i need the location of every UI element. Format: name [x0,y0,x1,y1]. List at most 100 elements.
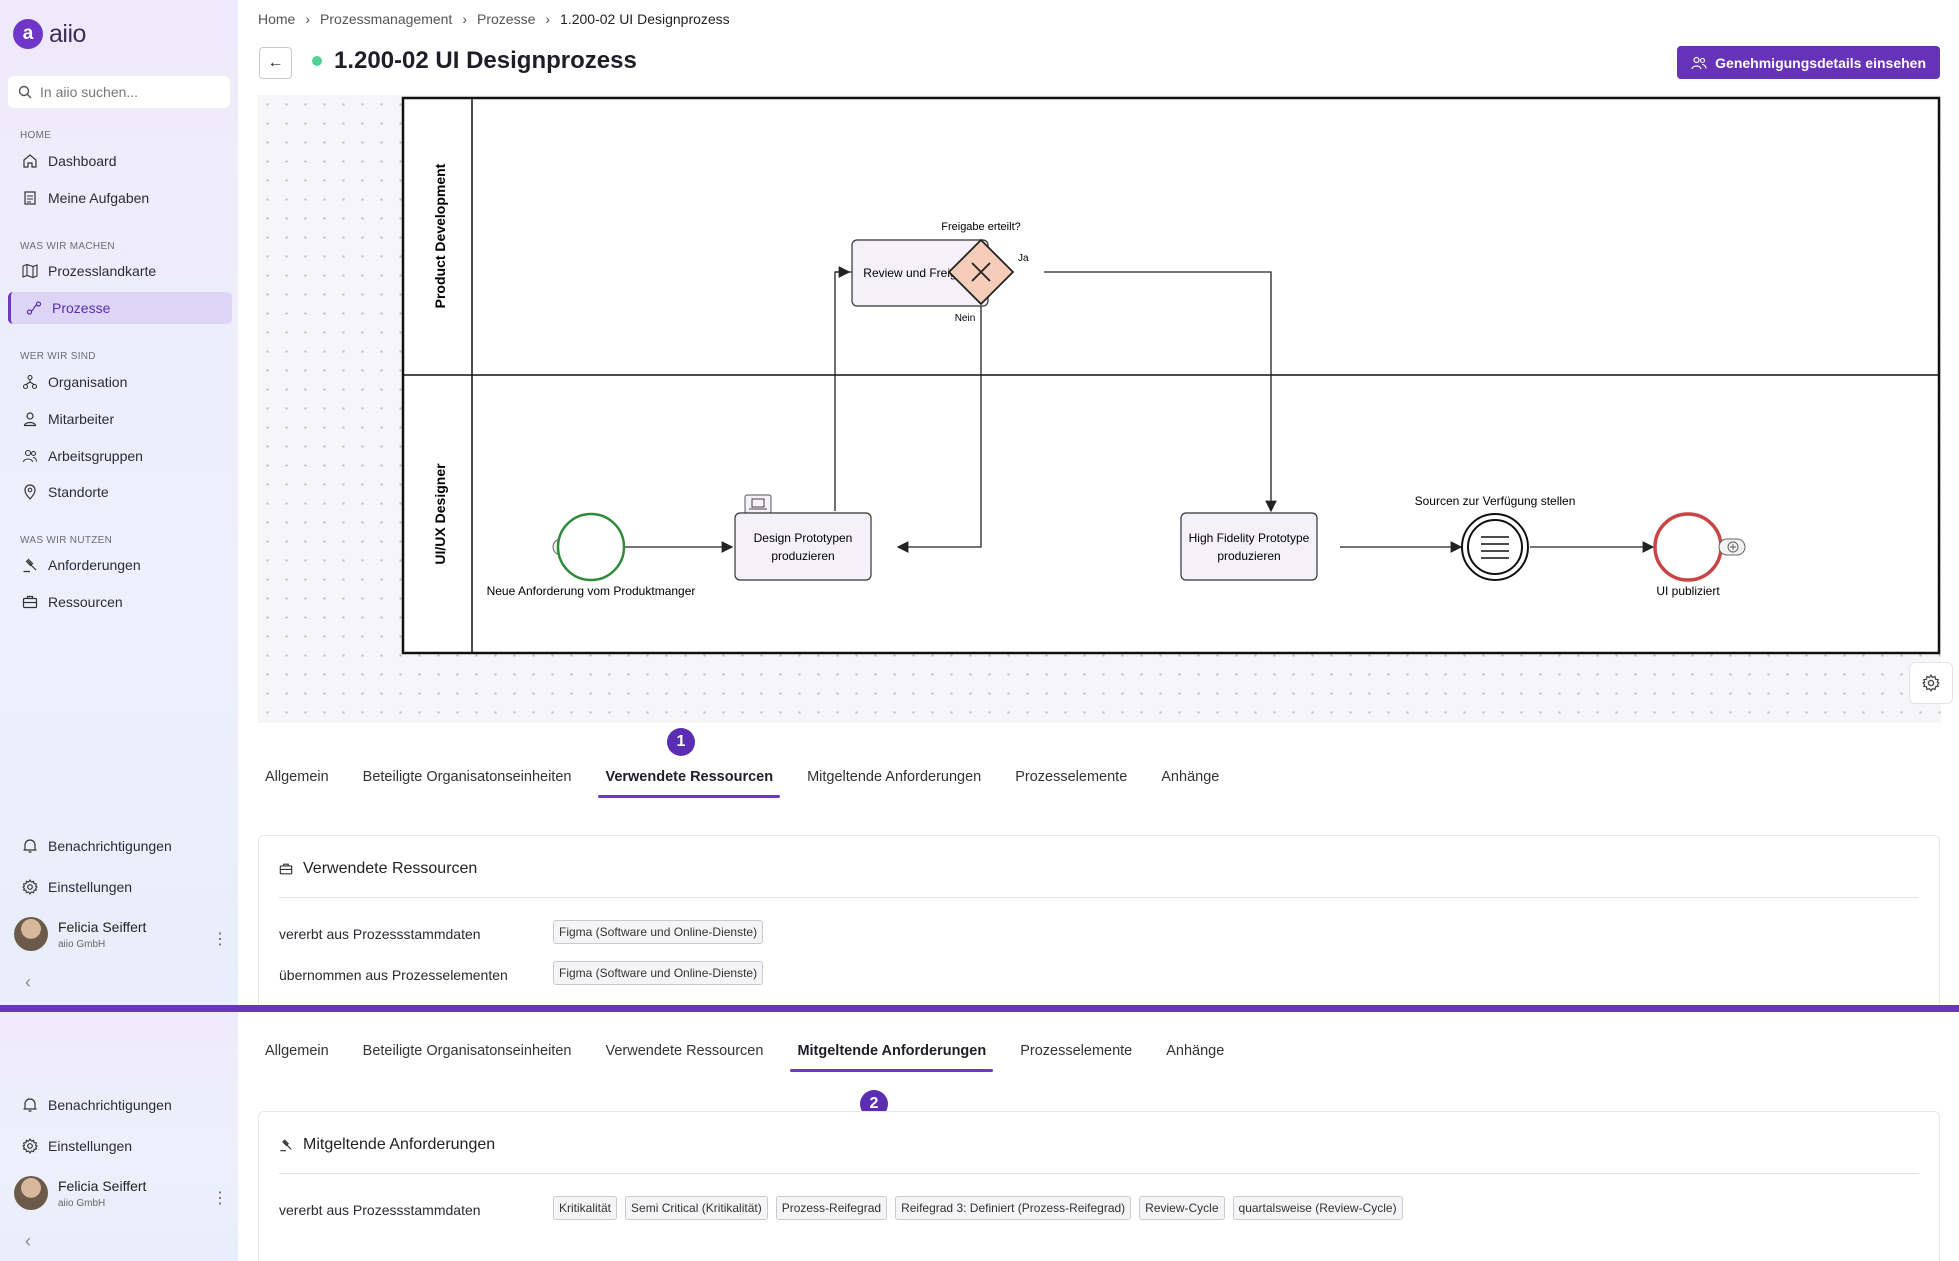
diagram-settings-button[interactable] [1909,662,1953,704]
app-logo[interactable]: a aiio [13,19,86,49]
sidebar-item-mitarbeiter[interactable]: Mitarbeiter [8,403,232,435]
sidebar-item-label: Einstellungen [48,879,133,895]
sidebar-item-ressourcen[interactable]: Ressourcen [8,586,232,618]
task-design-prototypes[interactable] [734,512,872,581]
avatar [14,917,48,951]
user-org: aiio GmbH [58,938,106,950]
section-label-wer-wir-sind: WER WIR SIND [20,351,96,362]
intermediate-event-label: Sourcen zur Verfügung stellen [1415,494,1576,508]
tab-verwendete-ressourcen[interactable]: Verwendete Ressourcen [598,756,780,798]
avatar [14,1176,48,1210]
search-icon [18,85,32,99]
task-hifi-label-line2: produzieren [1217,549,1280,563]
user-menu-icon[interactable]: ⋮ [212,1188,228,1208]
row-label-inherited: vererbt aus Prozessstammdaten [279,1202,481,1218]
card-title: Mitgeltende Anforderungen [303,1136,496,1153]
sidebar-item-label: Dashboard [48,153,117,169]
resource-chip[interactable]: Figma (Software und Online-Dienste) [553,920,764,944]
sidebar-item-label: Arbeitsgruppen [48,448,143,464]
page-title: 1.200-02 UI Designprozess [334,47,637,74]
sidebar-item-standorte[interactable]: Standorte [8,476,232,508]
tab-anhaenge[interactable]: Anhänge [1154,756,1226,798]
user-profile[interactable]: Felicia Seiffert aiio GmbH [14,917,146,951]
lane-label-ui-ux-designer: UI/UX Designer [432,463,448,565]
bell-icon [23,1098,37,1112]
user-menu-icon[interactable]: ⋮ [212,929,228,949]
top-screen: a aiio HOME Dashboard Meine Aufgaben WAS… [0,0,1959,1005]
sidebar-item-label: Organisation [48,374,128,390]
resource-chip[interactable]: Figma (Software und Online-Dienste) [553,961,764,985]
sidebar-item-dashboard[interactable]: Dashboard [8,145,232,177]
requirement-chip[interactable]: Kritikalität [553,1196,618,1220]
task-high-fidelity[interactable] [1180,512,1318,581]
tab-mitgeltende-anforderungen[interactable]: Mitgeltende Anforderungen [800,756,988,798]
tab-allgemein[interactable]: Allgemein [258,1030,336,1072]
approval-details-button[interactable]: Genehmigungsdetails einsehen [1677,46,1940,79]
sidebar-item-einstellungen[interactable]: Einstellungen [8,871,232,903]
gavel-icon [280,1139,292,1152]
tasks-icon [24,191,36,205]
card-header: Verwendete Ressourcen [279,860,477,878]
section-label-was-wir-nutzen: WAS WIR NUTZEN [20,535,113,546]
end-event[interactable] [1653,512,1723,582]
lane-label-product-development: Product Development [432,163,448,308]
breadcrumb-item-current: 1.200-02 UI Designprozess [560,11,730,27]
gear-icon [22,879,38,895]
screenshot-divider [0,1005,1959,1012]
tab-verwendete-ressourcen[interactable]: Verwendete Ressourcen [598,1030,770,1072]
sidebar-item-prozesslandkarte[interactable]: Prozesslandkarte [8,255,232,287]
requirement-chip[interactable]: quartalsweise (Review-Cycle) [1232,1196,1403,1220]
tab-beteiligte-organisationseinheiten[interactable]: Beteiligte Organisatonseinheiten [356,1030,579,1072]
sidebar-item-organisation[interactable]: Organisation [8,366,232,398]
sidebar-item-einstellungen[interactable]: Einstellungen [8,1130,232,1162]
user-profile[interactable]: Felicia Seiffert aiio GmbH [14,1176,146,1210]
search-box[interactable] [8,76,230,108]
tab-anhaenge[interactable]: Anhänge [1159,1030,1231,1072]
section-label-was-wir-machen: WAS WIR MACHEN [20,241,115,252]
chip-row: Kritikalität Semi Critical (Kritikalität… [553,1196,1403,1220]
requirement-chip[interactable]: Prozess-Reifegrad [775,1196,888,1220]
requirement-chip[interactable]: Reifegrad 3: Definiert (Prozess-Reifegra… [895,1196,1132,1220]
back-button[interactable]: ← [259,47,292,79]
sidebar: a aiio HOME Dashboard Meine Aufgaben WAS… [0,0,238,1005]
search-input[interactable] [40,84,220,100]
breadcrumb-item-prozesse[interactable]: Prozesse [477,11,535,27]
requirement-chip[interactable]: Review-Cycle [1139,1196,1225,1220]
requirements-card: Mitgeltende Anforderungen vererbt aus Pr… [258,1111,1940,1261]
sidebar-item-benachrichtigungen[interactable]: Benachrichtigungen [8,830,232,862]
breadcrumb-item-prozessmanagement[interactable]: Prozessmanagement [320,11,452,27]
org-icon [22,374,38,390]
row-label-inherited: vererbt aus Prozessstammdaten [279,926,481,942]
sidebar-item-label: Ressourcen [48,594,123,610]
briefcase-icon [279,863,293,875]
breadcrumb-item-home[interactable]: Home [258,11,295,27]
sidebar-item-anforderungen[interactable]: Anforderungen [8,549,232,581]
map-icon [22,263,38,279]
sidebar-item-prozesse[interactable]: Prozesse [8,292,232,324]
start-event[interactable] [556,512,626,582]
task-design-label-line1: Design Prototypen [754,531,853,545]
group-icon [22,449,38,463]
gateway-no-label: Nein [955,313,976,324]
sidebar-item-label: Benachrichtigungen [48,838,172,854]
collapse-sidebar-icon[interactable]: ‹ [25,972,31,993]
sidebar-item-benachrichtigungen[interactable]: Benachrichtigungen [8,1089,232,1121]
task-hifi-label-line1: High Fidelity Prototype [1189,531,1310,545]
sidebar-item-meine-aufgaben[interactable]: Meine Aufgaben [8,182,232,214]
tab-allgemein[interactable]: Allgemein [258,756,336,798]
tab-beteiligte-organisationseinheiten[interactable]: Beteiligte Organisatonseinheiten [356,756,579,798]
gateway-question: Freigabe erteilt? [941,221,1021,233]
tab-mitgeltende-anforderungen[interactable]: Mitgeltende Anforderungen [790,1030,993,1072]
requirement-chip[interactable]: Semi Critical (Kritikalität) [625,1196,768,1220]
logo-text: aiio [49,19,86,48]
row-label-adopted: übernommen aus Prozesselementen [279,967,508,983]
collapse-sidebar-icon[interactable]: ‹ [25,1231,31,1252]
sidebar-item-arbeitsgruppen[interactable]: Arbeitsgruppen [8,440,232,472]
user-name: Felicia Seiffert [58,1177,147,1194]
user-name: Felicia Seiffert [58,918,147,935]
process-diagram-canvas[interactable]: Product Development UI/UX Designer Revie… [258,95,1941,723]
tab-prozesselemente[interactable]: Prozesselemente [1013,1030,1139,1072]
tab-prozesselemente[interactable]: Prozesselemente [1008,756,1134,798]
gateway-yes-label: Ja [1018,253,1029,264]
tab-bar: Allgemein Beteiligte Organisatonseinheit… [258,1030,1251,1072]
